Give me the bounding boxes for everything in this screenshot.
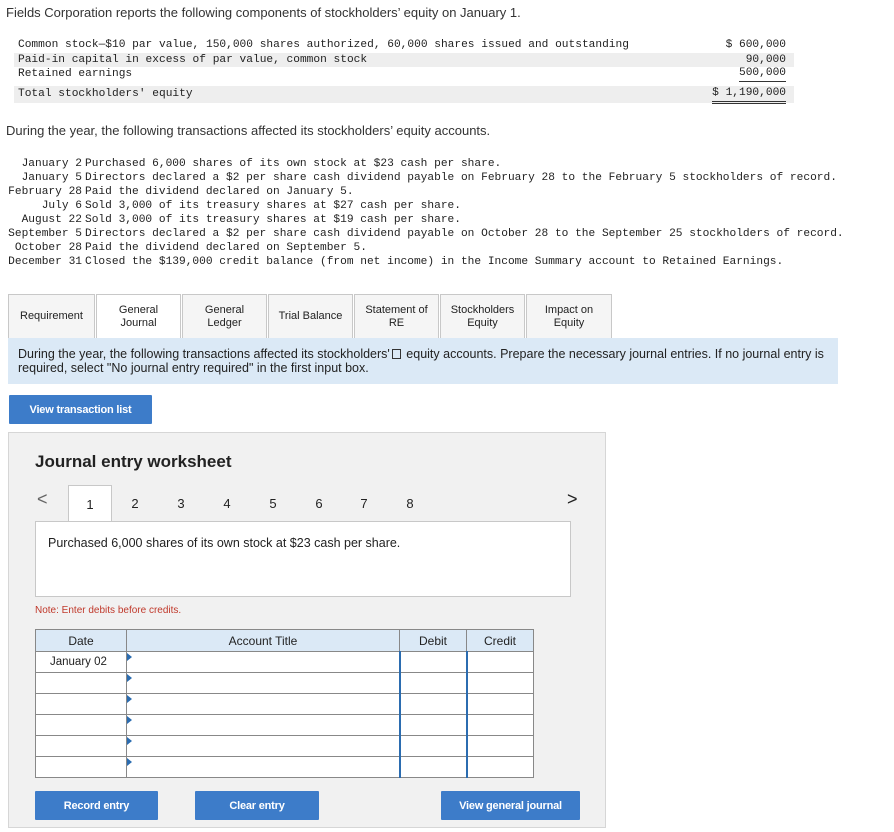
- account-title-input[interactable]: [126, 693, 400, 715]
- transaction-item: August 22 Sold 3,000 of its treasury shar…: [21, 214, 461, 226]
- page-tab-7[interactable]: 7: [342, 485, 386, 521]
- journal-entry-table: Date Account Title Debit Credit January …: [35, 629, 534, 778]
- transaction-item: September 5 Directors declared a $2 per s…: [8, 228, 844, 240]
- table-row: January 02: [35, 651, 534, 673]
- page-tab-4[interactable]: 4: [205, 485, 249, 521]
- account-title-input[interactable]: [126, 735, 400, 757]
- table-row: [35, 756, 534, 778]
- page-tab-8[interactable]: 8: [388, 485, 432, 521]
- debit-input[interactable]: [398, 651, 467, 673]
- transaction-item: October 28 Paid the dividend declared on …: [14, 242, 367, 254]
- instruction-banner: During the year, the following transacti…: [8, 338, 838, 384]
- transaction-item: July 6 Sold 3,000 of its treasury shares …: [41, 200, 461, 212]
- date-cell[interactable]: [35, 672, 127, 694]
- equity-amount: $ 1,190,000: [712, 86, 786, 104]
- equity-label: Retained earnings: [18, 68, 133, 80]
- requirement-tabs: Requirement General Journal General Ledger…: [8, 294, 613, 338]
- equity-label: Paid-in capital in excess of par value, …: [18, 53, 368, 66]
- debit-input[interactable]: [398, 735, 467, 757]
- equity-row-total: Total stockholders' equity $ 1,190,000: [14, 85, 794, 104]
- transaction-item: February 28 Paid the dividend declared on…: [8, 186, 354, 198]
- page-tab-5[interactable]: 5: [251, 485, 295, 521]
- view-general-journal-button[interactable]: View general journal: [441, 791, 580, 820]
- account-title-input[interactable]: [126, 672, 400, 694]
- prev-arrow-icon[interactable]: <: [37, 489, 48, 510]
- debit-credit-note: Note: Enter debits before credits.: [35, 605, 182, 616]
- transaction-item: January 5 Directors declared a $2 per sha…: [21, 172, 837, 184]
- account-title-input[interactable]: [126, 756, 400, 778]
- tab-requirement[interactable]: Requirement: [8, 294, 95, 338]
- page-tab-2[interactable]: 2: [113, 485, 157, 521]
- debit-input[interactable]: [398, 672, 467, 694]
- equity-label: Total stockholders' equity: [18, 87, 193, 100]
- table-row: [35, 735, 534, 757]
- transaction-item: December 31 Closed the $139,000 credit ba…: [8, 256, 784, 268]
- equity-amount: 90,000: [745, 53, 786, 66]
- table-row: [35, 693, 534, 715]
- equity-row-paid-in-capital: Paid-in capital in excess of par value, …: [14, 52, 794, 67]
- equity-label: Common stock—$10 par value, 150,000 shar…: [18, 39, 629, 51]
- journal-entry-worksheet: Journal entry worksheet < 1 2 3 4 5 6 7 …: [8, 432, 606, 828]
- transactions-intro: During the year, the following transacti…: [6, 123, 491, 138]
- header-debit: Debit: [399, 629, 467, 652]
- transaction-item: January 2 Purchased 6,000 shares of its o…: [21, 158, 502, 170]
- header-date: Date: [35, 629, 127, 652]
- debit-input[interactable]: [398, 714, 467, 736]
- equity-amount: 500,000: [739, 67, 786, 82]
- tab-stockholders-equity[interactable]: Stockholders Equity: [440, 294, 525, 338]
- date-cell[interactable]: January 02: [35, 651, 127, 673]
- credit-input[interactable]: [465, 651, 534, 673]
- next-arrow-icon[interactable]: >: [567, 489, 578, 510]
- table-row: [35, 672, 534, 694]
- placeholder-box-icon: [391, 349, 401, 359]
- tab-general-ledger[interactable]: General Ledger: [182, 294, 267, 338]
- debit-input[interactable]: [398, 693, 467, 715]
- view-transaction-list-button[interactable]: View transaction list: [9, 395, 152, 424]
- tab-general-journal[interactable]: General Journal: [96, 294, 181, 338]
- table-row: [35, 714, 534, 736]
- header-account-title: Account Title: [126, 629, 400, 652]
- tab-statement-of-re[interactable]: Statement of RE: [354, 294, 439, 338]
- credit-input[interactable]: [465, 714, 534, 736]
- page-tab-6[interactable]: 6: [297, 485, 341, 521]
- header-credit: Credit: [466, 629, 534, 652]
- credit-input[interactable]: [465, 693, 534, 715]
- account-title-input[interactable]: [126, 714, 400, 736]
- equity-row-retained-earnings: Retained earnings 500,000: [14, 67, 794, 82]
- equity-row-common-stock: Common stock—$10 par value, 150,000 shar…: [14, 38, 794, 53]
- transaction-description-box: Purchased 6,000 shares of its own stock …: [35, 521, 571, 597]
- credit-input[interactable]: [465, 756, 534, 778]
- date-cell[interactable]: [35, 756, 127, 778]
- equity-components-table: Common stock—$10 par value, 150,000 shar…: [14, 38, 794, 104]
- page-tab-1[interactable]: 1: [68, 485, 112, 523]
- equity-amount: $ 600,000: [725, 39, 786, 51]
- debit-input[interactable]: [398, 756, 467, 778]
- intro-text: Fields Corporation reports the following…: [6, 5, 521, 20]
- worksheet-title: Journal entry worksheet: [35, 452, 232, 471]
- date-cell[interactable]: [35, 735, 127, 757]
- transaction-list: January 2 Purchased 6,000 shares of its o…: [4, 157, 844, 269]
- page-tab-3[interactable]: 3: [159, 485, 203, 521]
- clear-entry-button[interactable]: Clear entry: [195, 791, 319, 820]
- credit-input[interactable]: [465, 735, 534, 757]
- account-title-input[interactable]: [126, 651, 400, 673]
- tab-impact-on-equity[interactable]: Impact on Equity: [526, 294, 612, 338]
- record-entry-button[interactable]: Record entry: [35, 791, 158, 820]
- transaction-description: Purchased 6,000 shares of its own stock …: [48, 536, 401, 550]
- date-cell[interactable]: [35, 714, 127, 736]
- date-cell[interactable]: [35, 693, 127, 715]
- tab-trial-balance[interactable]: Trial Balance: [268, 294, 353, 338]
- credit-input[interactable]: [465, 672, 534, 694]
